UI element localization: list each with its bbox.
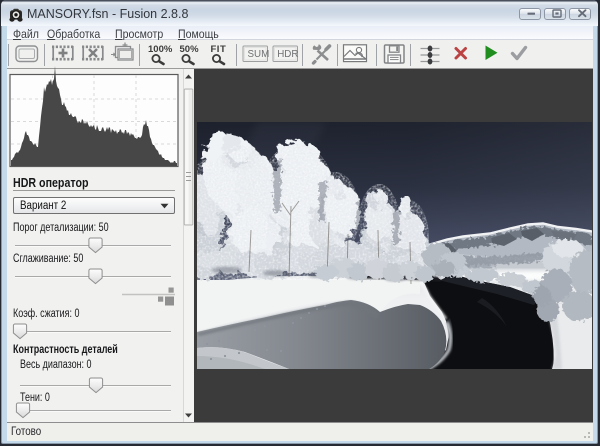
- svg-text:HDR: HDR: [277, 49, 298, 60]
- svg-text:FIT: FIT: [211, 44, 227, 55]
- svg-text:SUM: SUM: [248, 49, 270, 60]
- svg-text:100%: 100%: [148, 44, 173, 55]
- svg-text:50%: 50%: [180, 44, 200, 55]
